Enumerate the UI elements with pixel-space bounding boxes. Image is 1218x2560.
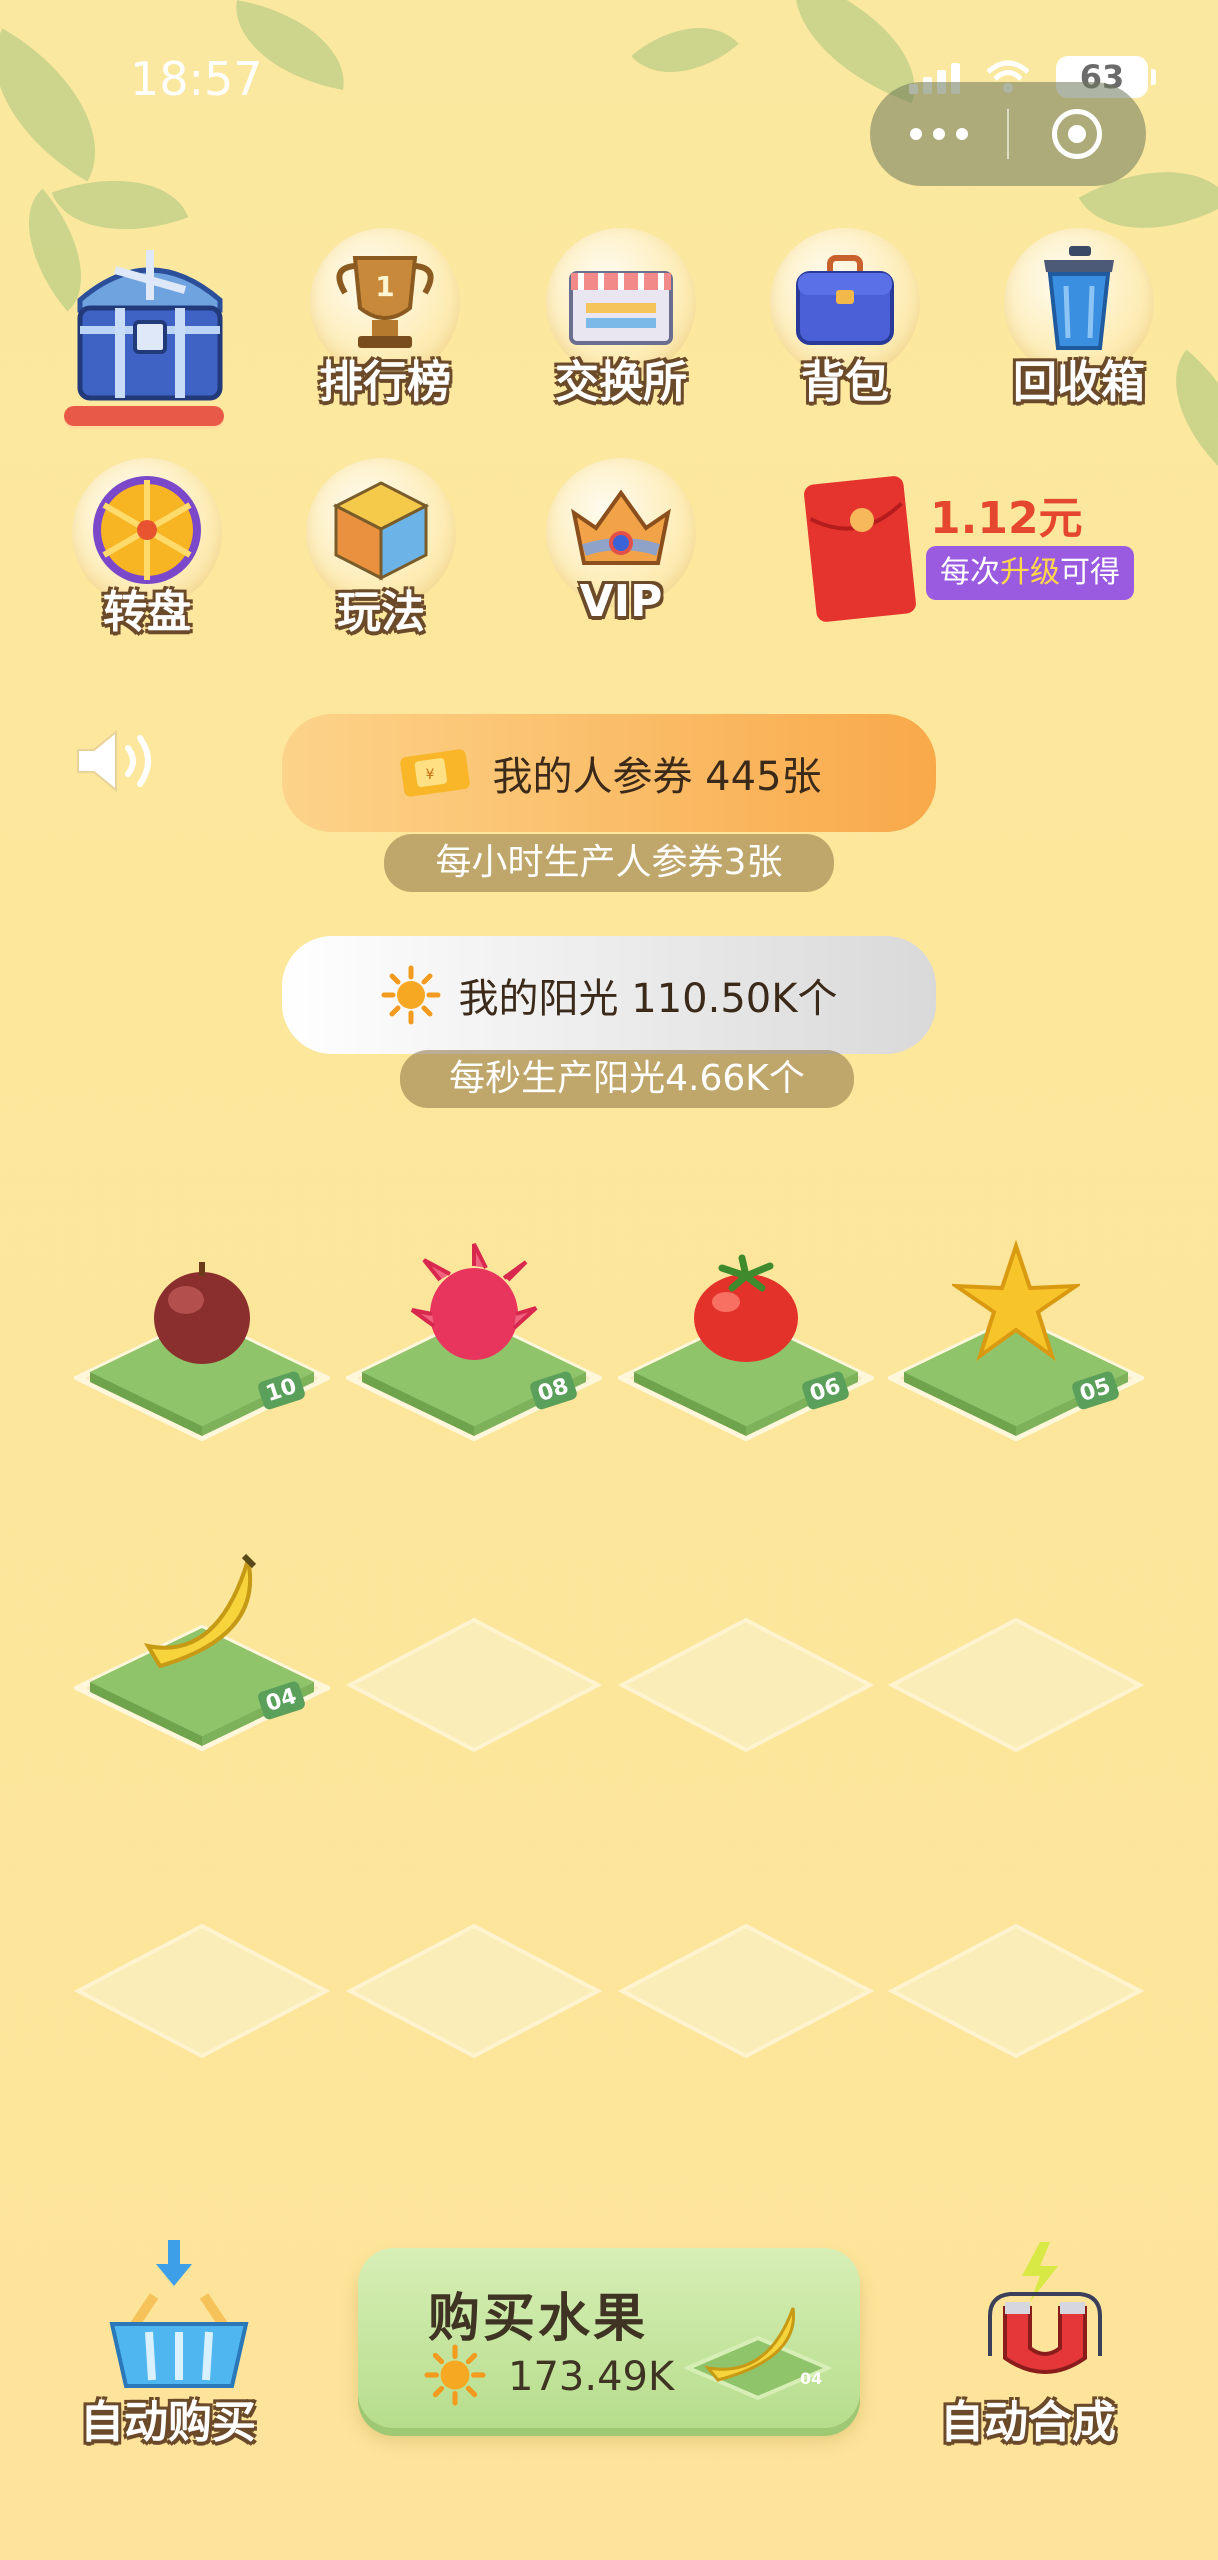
red-envelope-icon bbox=[804, 476, 916, 622]
magnet-icon bbox=[988, 2242, 1102, 2374]
buy-fruit-button[interactable]: 购买水果 173.49K 04 bbox=[358, 2248, 860, 2428]
miniprogram-capsule bbox=[870, 82, 1146, 186]
fig-icon bbox=[154, 1262, 250, 1364]
banana-icon bbox=[143, 1553, 257, 1669]
auto-merge-label: 自动合成 bbox=[940, 2397, 1116, 2448]
exchange-button[interactable]: 交换所 bbox=[536, 228, 706, 408]
fruit-tile[interactable]: 04 bbox=[74, 1553, 330, 1760]
sun-icon bbox=[381, 965, 441, 1025]
wheel-button[interactable]: 转盘 bbox=[62, 458, 232, 638]
red-packet-amount: 1.12元 bbox=[930, 493, 1083, 544]
auto-merge-button[interactable]: 自动合成 bbox=[940, 2236, 1150, 2456]
note-highlight: 升级 bbox=[1000, 555, 1060, 590]
red-packet-note: 每次升级可得 bbox=[926, 546, 1134, 600]
empty-tile[interactable] bbox=[346, 1610, 602, 1760]
leaderboard-label: 排行榜 bbox=[319, 357, 451, 408]
fruit-tile[interactable]: 05 bbox=[888, 1240, 1144, 1450]
ticket-label: 我的人参券 445张 bbox=[492, 754, 822, 800]
buy-fruit-price: 173.49K bbox=[508, 2354, 675, 2400]
fruit-tile[interactable]: 06 bbox=[618, 1254, 874, 1450]
rules-button[interactable]: 玩法 bbox=[296, 458, 466, 638]
note-suffix: 可得 bbox=[1060, 555, 1120, 590]
svg-text:1: 1 bbox=[375, 270, 394, 303]
status-time: 18:57 bbox=[130, 52, 263, 106]
close-miniprogram-button[interactable] bbox=[1009, 109, 1146, 159]
sunshine-rate: 每秒生产阳光4.66K个 bbox=[400, 1050, 854, 1108]
recycle-bin-label: 回收箱 bbox=[1013, 357, 1145, 408]
backpack-label: 背包 bbox=[801, 357, 889, 408]
exchange-label: 交换所 bbox=[555, 357, 687, 408]
empty-tile[interactable] bbox=[74, 1916, 330, 2066]
wheel-label: 转盘 bbox=[103, 587, 191, 638]
leaderboard-button[interactable]: 1 排行榜 bbox=[300, 228, 470, 408]
basket-icon bbox=[109, 2240, 249, 2388]
sunshine-balance: 我的阳光 110.50K个 bbox=[282, 936, 936, 1054]
treasure-chest-icon bbox=[77, 250, 223, 401]
recycle-bin-button[interactable]: 回收箱 bbox=[994, 228, 1164, 408]
tomato-icon bbox=[694, 1254, 798, 1362]
red-packet-promo[interactable]: 1.12元 每次升级可得 bbox=[800, 474, 1140, 624]
buy-level-badge: 04 bbox=[800, 2369, 822, 2388]
dragonfruit-icon bbox=[410, 1243, 538, 1360]
sunshine-label: 我的阳光 110.50K个 bbox=[458, 976, 838, 1022]
banana-tile-icon: 04 bbox=[682, 2307, 834, 2401]
note-prefix: 每次 bbox=[940, 555, 1000, 590]
empty-tile[interactable] bbox=[618, 1610, 874, 1760]
more-button[interactable] bbox=[870, 128, 1007, 140]
svg-text:¥: ¥ bbox=[426, 767, 435, 783]
ticket-rate: 每小时生产人参券3张 bbox=[384, 834, 834, 892]
vip-button[interactable]: VIP bbox=[536, 458, 706, 627]
ticket-balance: ¥ 我的人参券 445张 bbox=[282, 714, 936, 832]
ticket-icon: ¥ bbox=[400, 749, 471, 797]
speaker-icon[interactable] bbox=[72, 726, 168, 796]
auto-buy-label: 自动购买 bbox=[80, 2397, 256, 2448]
fruit-tile[interactable]: 08 bbox=[346, 1243, 602, 1450]
empty-tile[interactable] bbox=[346, 1916, 602, 2066]
auto-buy-button[interactable]: 自动购买 bbox=[80, 2236, 280, 2456]
fruit-tile[interactable]: 10 bbox=[74, 1262, 330, 1450]
vip-label: VIP bbox=[579, 576, 663, 627]
starfruit-icon bbox=[952, 1240, 1080, 1362]
sun-icon bbox=[424, 2344, 486, 2406]
empty-tile[interactable] bbox=[888, 1610, 1144, 1760]
treasure-chest-button[interactable] bbox=[60, 230, 240, 440]
empty-tile[interactable] bbox=[888, 1916, 1144, 2066]
backpack-button[interactable]: 背包 bbox=[760, 228, 930, 408]
rules-label: 玩法 bbox=[337, 587, 425, 638]
buy-fruit-title: 购买水果 bbox=[428, 2289, 649, 2349]
empty-tile[interactable] bbox=[618, 1916, 874, 2066]
